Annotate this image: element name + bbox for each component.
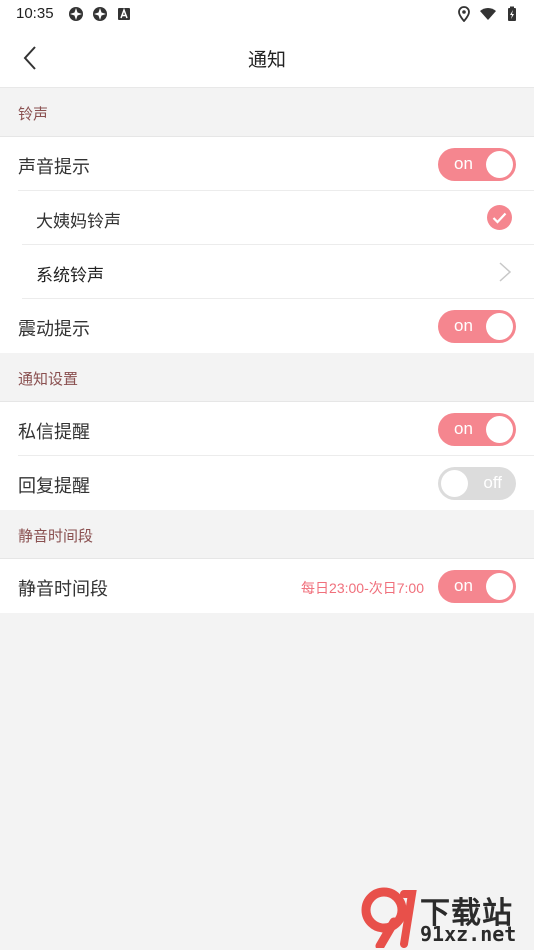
toggle-knob (486, 313, 513, 340)
section-header-notification-settings: 通知设置 (0, 353, 534, 402)
row-label: 大姨妈铃声 (36, 212, 121, 231)
row-period-ringtone[interactable]: 大姨妈铃声 (0, 191, 534, 245)
row-label: 静音时间段 (18, 579, 108, 599)
status-right-icons (456, 6, 520, 22)
watermark: 下载站 91xz.net (360, 886, 532, 948)
toggle-knob (486, 573, 513, 600)
row-label: 声音提示 (18, 157, 90, 177)
wifi-icon (480, 6, 496, 22)
section-title: 静音时间段 (18, 528, 94, 545)
status-time: 10:35 (16, 5, 54, 22)
checkmark-icon (487, 205, 512, 230)
row-private-message-alert: 私信提醒 on (0, 402, 534, 456)
watermark-logo-icon (361, 887, 417, 948)
reply-alert-toggle[interactable]: off (438, 467, 516, 500)
section-title: 通知设置 (18, 371, 79, 388)
toggle-text: on (454, 576, 473, 595)
location-icon (456, 6, 472, 22)
notification-icon (116, 6, 132, 22)
toggle-knob (441, 470, 468, 497)
navigation-bar: 通知 (0, 28, 534, 88)
toggle-knob (486, 416, 513, 443)
row-vibrate-alert: 震动提示 on (0, 299, 534, 353)
section-header-quiet-hours: 静音时间段 (0, 510, 534, 559)
toggle-text: on (454, 316, 473, 335)
vibrate-alert-toggle[interactable]: on (438, 310, 516, 343)
private-message-toggle[interactable]: on (438, 413, 516, 446)
toggle-text: off (483, 473, 502, 492)
row-system-ringtone[interactable]: 系统铃声 (0, 245, 534, 299)
toggle-knob (486, 151, 513, 178)
toggle-text: on (454, 154, 473, 173)
row-label: 私信提醒 (18, 422, 90, 442)
page-title: 通知 (247, 50, 286, 71)
row-label: 回复提醒 (18, 476, 90, 496)
watermark-domain: 91xz.net (420, 922, 517, 946)
row-quiet-hours[interactable]: 静音时间段 每日23:00-次日7:00 on (0, 559, 534, 613)
status-bar: 10:35 (0, 0, 534, 28)
section-header-ringtone: 铃声 (0, 88, 534, 137)
toggle-text: on (454, 419, 473, 438)
row-sound-alert: 声音提示 on (0, 137, 534, 191)
row-reply-alert: 回复提醒 off (0, 456, 534, 510)
sound-alert-toggle[interactable]: on (438, 148, 516, 181)
battery-icon (504, 6, 520, 22)
app-icon (68, 6, 84, 22)
chevron-right-icon (499, 262, 512, 282)
quiet-hours-toggle[interactable]: on (438, 570, 516, 603)
status-left-icons (68, 6, 132, 22)
app-icon (92, 6, 108, 22)
row-label: 震动提示 (18, 319, 90, 339)
quiet-hours-range: 每日23:00-次日7:00 (301, 580, 424, 596)
section-title: 铃声 (18, 106, 49, 123)
row-label: 系统铃声 (36, 266, 104, 285)
